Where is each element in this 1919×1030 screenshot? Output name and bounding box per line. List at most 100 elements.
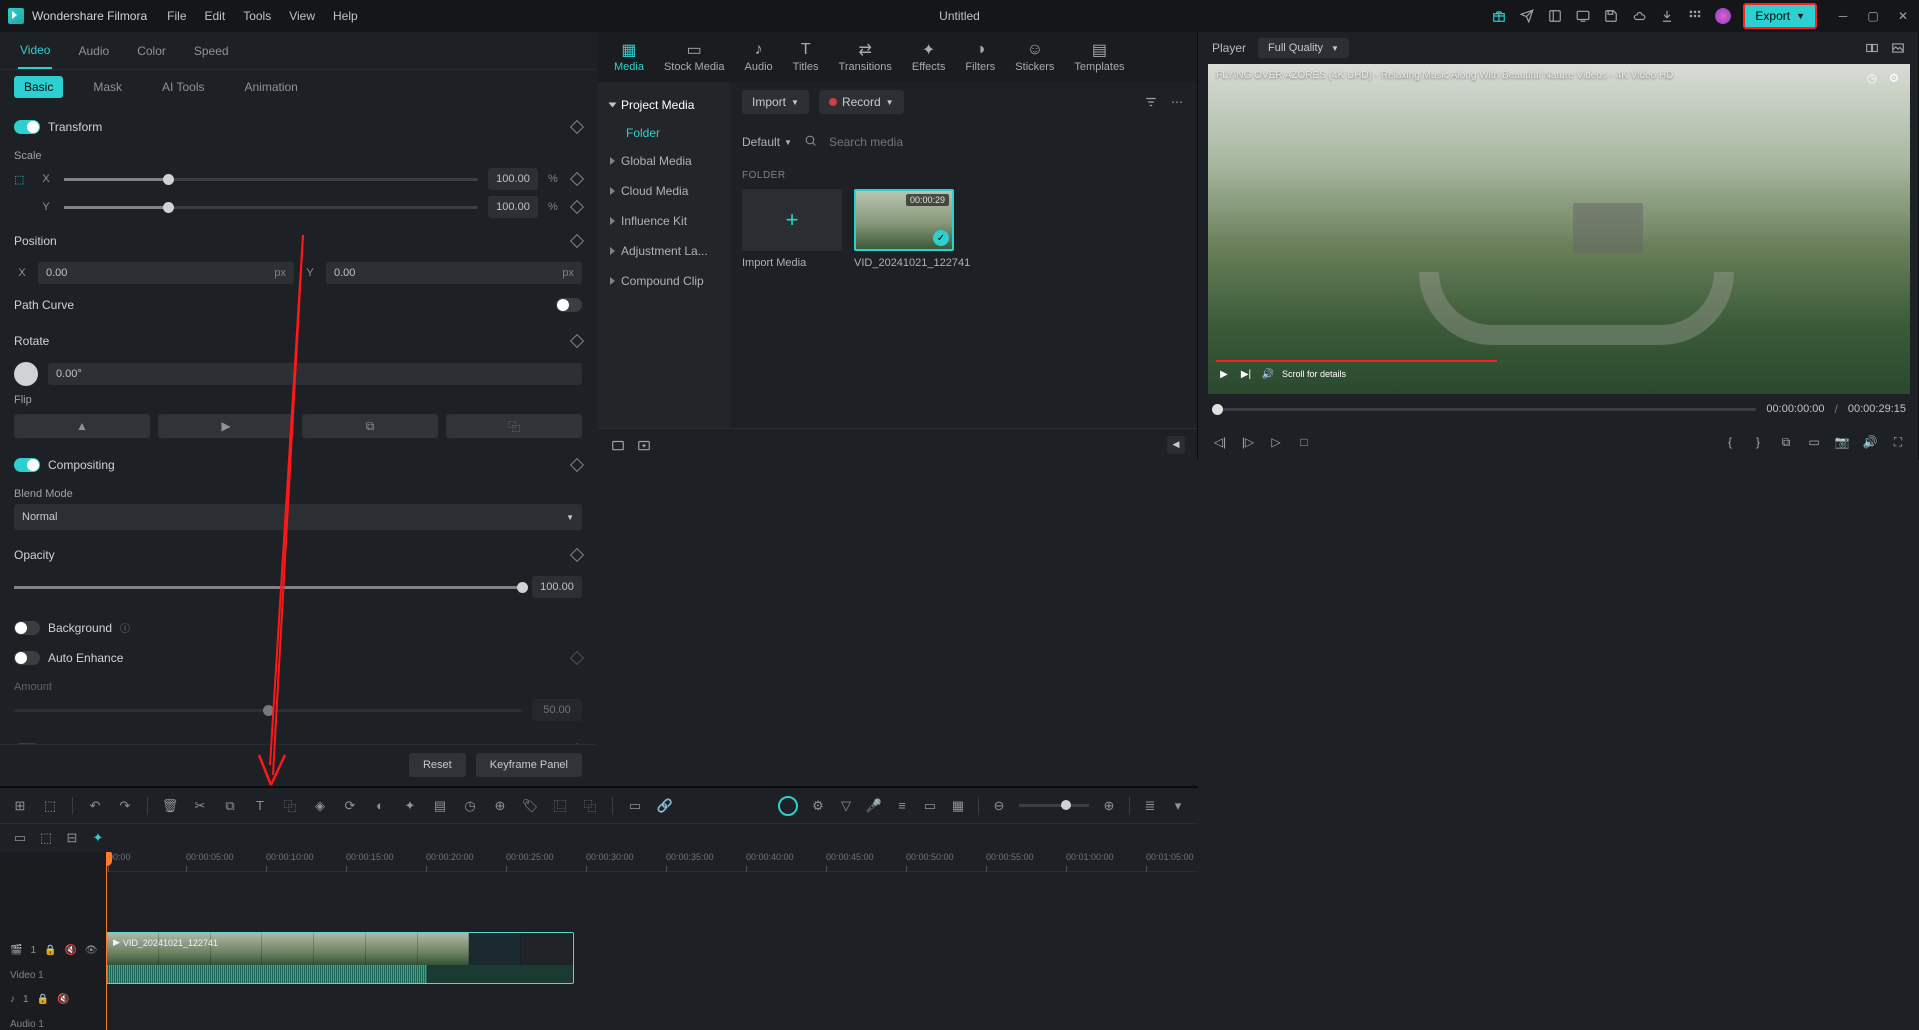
minimize-icon[interactable]: ─ bbox=[1835, 8, 1851, 24]
import-media-tile[interactable]: + Import Media bbox=[742, 189, 842, 269]
group-icon[interactable]: ⿺ bbox=[552, 796, 568, 815]
menu-help[interactable]: Help bbox=[333, 9, 358, 23]
lock-icon[interactable]: 🔒 bbox=[44, 945, 56, 956]
more-icon[interactable]: ⋯ bbox=[1169, 94, 1185, 110]
tab-effects[interactable]: ✦Effects bbox=[912, 41, 945, 73]
settings-tl-icon[interactable]: ⚙ bbox=[810, 798, 826, 814]
tab-media[interactable]: ▦Media bbox=[614, 41, 644, 73]
rotate-value-input[interactable]: 0.00° bbox=[48, 363, 582, 385]
text-icon[interactable]: T bbox=[252, 798, 268, 813]
tab-templates[interactable]: ▤Templates bbox=[1074, 41, 1124, 73]
sidebar-adjustment-layer[interactable]: Adjustment La... bbox=[598, 236, 730, 266]
crop-icon[interactable]: ⧉ bbox=[1778, 435, 1794, 450]
subtab-animation[interactable]: Animation bbox=[234, 76, 307, 98]
flip-duplicate-button[interactable]: ⿻ bbox=[446, 414, 582, 438]
mute-audio-icon[interactable]: 🔇 bbox=[57, 994, 69, 1005]
rotate-knob[interactable] bbox=[14, 362, 38, 386]
background-toggle[interactable] bbox=[14, 621, 40, 635]
sidebar-compound-clip[interactable]: Compound Clip bbox=[598, 266, 730, 296]
export-button[interactable]: Export ▼ bbox=[1743, 3, 1817, 29]
menu-view[interactable]: View bbox=[289, 9, 315, 23]
keyframe-diamond-icon[interactable] bbox=[570, 458, 584, 472]
tab-video[interactable]: Video bbox=[18, 33, 52, 69]
tab-audio[interactable]: ♪Audio bbox=[745, 41, 773, 73]
copy-icon[interactable]: ⿻ bbox=[282, 796, 298, 815]
magnet-icon[interactable]: ⊞ bbox=[12, 798, 28, 814]
record-button[interactable]: Record▼ bbox=[819, 90, 904, 114]
zoom-slider[interactable] bbox=[1019, 804, 1089, 807]
media-clip-item[interactable]: 00:00:29 ✓ VID_20241021_122741 bbox=[854, 189, 970, 269]
tag-icon[interactable]: 🏷 bbox=[522, 798, 538, 814]
flip-copy-button[interactable]: ⧉ bbox=[302, 414, 438, 438]
redo-icon[interactable]: ↷ bbox=[117, 798, 133, 814]
timeline-clip[interactable]: ▶VID_20241021_122741 bbox=[106, 932, 574, 984]
play-mini-icon[interactable]: ▶ bbox=[1216, 366, 1232, 382]
subtab-mask[interactable]: Mask bbox=[83, 76, 132, 98]
library-icon[interactable] bbox=[1547, 8, 1563, 24]
next-mini-icon[interactable]: ▶| bbox=[1238, 366, 1254, 382]
new-bin-icon[interactable] bbox=[636, 437, 652, 453]
compare-icon[interactable] bbox=[1864, 40, 1880, 56]
cloud-icon[interactable] bbox=[1631, 8, 1647, 24]
grid-icon[interactable] bbox=[1687, 8, 1703, 24]
auto-enhance-toggle[interactable] bbox=[14, 651, 40, 665]
prev-frame-icon[interactable]: ◁| bbox=[1212, 435, 1228, 449]
snapshot-icon[interactable]: 📷 bbox=[1834, 435, 1850, 449]
preview-viewport[interactable]: FLYING OVER AZORES (4K UHD) - Relaxing M… bbox=[1208, 64, 1910, 394]
keyframe-diamond-icon[interactable] bbox=[570, 200, 584, 214]
video-track-header[interactable]: 🎬1 🔒 🔇 👁 bbox=[0, 932, 106, 968]
lock-icon[interactable]: 🔒 bbox=[37, 994, 49, 1005]
timeline-ruler[interactable]: 00:00 00:00:05:00 00:00:10:00 00:00:15:0… bbox=[106, 852, 1198, 872]
zoom-in-icon[interactable]: ⊕ bbox=[1101, 798, 1117, 814]
list-icon[interactable]: ≣ bbox=[1142, 798, 1158, 814]
playhead[interactable] bbox=[106, 852, 107, 1030]
sidebar-folder[interactable]: Folder bbox=[598, 120, 730, 146]
mixer-icon[interactable]: ≡ bbox=[894, 798, 910, 813]
scale-x-slider[interactable] bbox=[64, 178, 478, 181]
scrubber-handle[interactable] bbox=[1212, 404, 1223, 415]
sidebar-global-media[interactable]: Global Media bbox=[598, 146, 730, 176]
keyframe-diamond-icon[interactable] bbox=[570, 548, 584, 562]
tab-filters[interactable]: ◑Filters bbox=[965, 41, 995, 73]
quality-select[interactable]: Full Quality▼ bbox=[1258, 38, 1349, 58]
save-icon[interactable] bbox=[1603, 8, 1619, 24]
play-icon[interactable]: ▷ bbox=[1268, 435, 1284, 449]
group2-icon[interactable]: ⿻ bbox=[582, 796, 598, 815]
ai-icon[interactable]: ✦ bbox=[402, 798, 418, 814]
image-view-icon[interactable] bbox=[1890, 40, 1906, 56]
vol-mini-icon[interactable]: 🔊 bbox=[1260, 366, 1276, 382]
send-icon[interactable] bbox=[1519, 8, 1535, 24]
record-tl-icon[interactable]: ▭ bbox=[627, 798, 643, 814]
zoom-out-icon[interactable]: ⊖ bbox=[991, 798, 1007, 814]
timer-icon[interactable]: ◷ bbox=[462, 798, 478, 814]
sidebar-cloud-media[interactable]: Cloud Media bbox=[598, 176, 730, 206]
cut-icon[interactable]: ✂ bbox=[192, 798, 208, 814]
scale-y-value[interactable]: 100.00 bbox=[488, 196, 538, 218]
search-input[interactable] bbox=[829, 135, 1185, 149]
mic-icon[interactable]: 🎤 bbox=[866, 798, 882, 814]
mode2-icon[interactable]: ⬚ bbox=[38, 830, 54, 846]
sort-default-button[interactable]: Default▼ bbox=[742, 135, 792, 149]
reset-button[interactable]: Reset bbox=[409, 753, 466, 777]
export-tl-icon[interactable]: ▤ bbox=[432, 798, 448, 814]
screen-icon[interactable] bbox=[1575, 8, 1591, 24]
eye-icon[interactable]: 👁 bbox=[85, 945, 98, 956]
download-icon[interactable] bbox=[1659, 8, 1675, 24]
mode4-icon[interactable]: ✦ bbox=[90, 830, 106, 846]
sidebar-influence-kit[interactable]: Influence Kit bbox=[598, 206, 730, 236]
link-icon[interactable]: ⬚ bbox=[14, 173, 28, 186]
maximize-icon[interactable]: ▢ bbox=[1865, 8, 1881, 24]
close-icon[interactable]: ✕ bbox=[1895, 8, 1911, 24]
mark-in-icon[interactable]: { bbox=[1722, 435, 1738, 449]
scrubber[interactable] bbox=[1212, 408, 1756, 411]
sidebar-project-media[interactable]: Project Media bbox=[598, 90, 730, 120]
keyframe-diamond-icon[interactable] bbox=[570, 172, 584, 186]
import-button[interactable]: Import▼ bbox=[742, 90, 809, 114]
flip-vertical-button[interactable]: ▶ bbox=[158, 414, 294, 438]
subtab-basic[interactable]: Basic bbox=[14, 76, 63, 98]
drop-shadow-toggle[interactable] bbox=[14, 743, 40, 744]
opacity-slider[interactable] bbox=[14, 586, 522, 589]
fullscreen-icon[interactable]: ⛶ bbox=[1890, 435, 1906, 450]
keyframe-panel-button[interactable]: Keyframe Panel bbox=[476, 753, 582, 777]
menu-file[interactable]: File bbox=[167, 9, 186, 23]
